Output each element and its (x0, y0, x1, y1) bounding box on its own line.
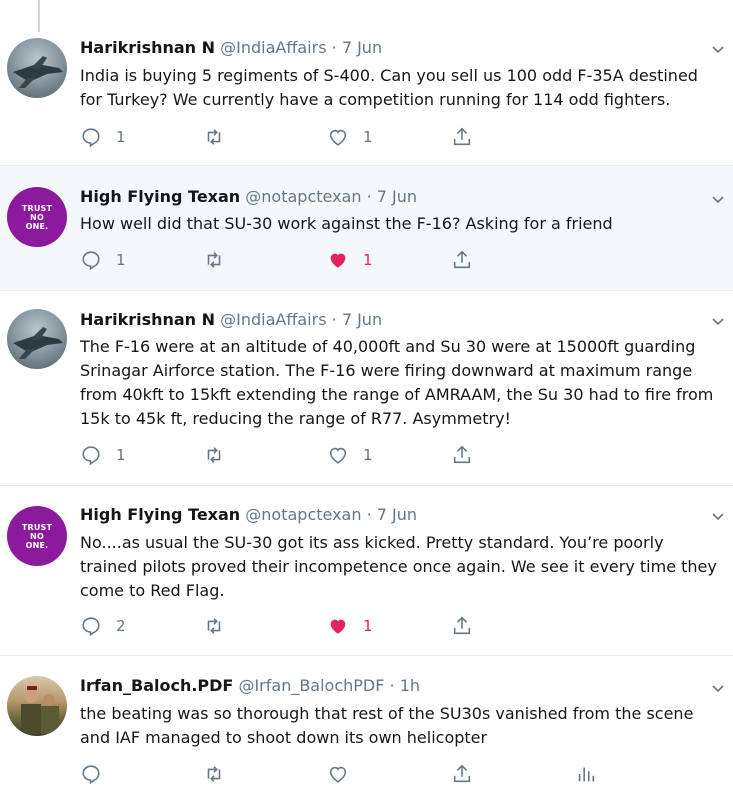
like-button[interactable]: 1 (327, 614, 373, 638)
avatar[interactable] (7, 38, 67, 98)
author-handle[interactable]: @IndiaAffairs (220, 310, 326, 329)
chevron-down-icon[interactable] (711, 508, 725, 522)
reply-button[interactable]: 1 (80, 443, 126, 467)
author-name[interactable]: High Flying Texan (80, 187, 240, 206)
separator: · (366, 505, 372, 524)
retweet-icon (203, 249, 225, 271)
tweet-actions: 1 1 (80, 443, 720, 467)
reply-button[interactable]: 1 (80, 248, 126, 272)
author-handle[interactable]: @notapctexan (245, 187, 361, 206)
like-count: 1 (363, 251, 373, 269)
share-icon (451, 444, 473, 466)
chevron-down-icon[interactable] (711, 41, 725, 55)
retweet-button[interactable] (203, 614, 225, 638)
reply-count: 1 (116, 446, 126, 464)
tweet-actions: 2 1 (80, 614, 720, 638)
like-button[interactable]: 1 (327, 125, 373, 149)
retweet-button[interactable] (203, 248, 225, 272)
share-icon (451, 249, 473, 271)
author-name[interactable]: Harikrishnan N (80, 38, 215, 57)
share-button[interactable] (451, 762, 473, 786)
analytics-button[interactable] (575, 762, 597, 786)
retweet-icon (203, 126, 225, 148)
fighter-jet-image (13, 327, 63, 359)
heart-filled-icon (327, 249, 349, 271)
reply-icon (80, 444, 102, 466)
author-name[interactable]: Harikrishnan N (80, 310, 215, 329)
heart-outline-icon (327, 444, 349, 466)
separator: · (331, 38, 337, 57)
tweet-actions: 1 1 (80, 125, 720, 149)
retweet-icon (203, 763, 225, 785)
reply-button[interactable] (80, 762, 102, 786)
tweet[interactable]: Irfan_Baloch.PDF @Irfan_BalochPDF · 1h t… (0, 656, 733, 794)
tweet-actions: 1 1 (80, 248, 720, 272)
share-button[interactable] (451, 614, 473, 638)
retweet-button[interactable] (203, 125, 225, 149)
chevron-down-icon[interactable] (711, 191, 725, 205)
tweet-text: The F-16 were at an altitude of 40,000ft… (80, 337, 714, 428)
separator: · (331, 310, 337, 329)
like-count: 1 (363, 128, 373, 146)
tweet-timestamp[interactable]: 7 Jun (377, 187, 417, 206)
chevron-down-icon[interactable] (711, 680, 725, 694)
reply-count: 1 (116, 251, 126, 269)
profile-photo (21, 686, 59, 734)
share-button[interactable] (451, 125, 473, 149)
reply-button[interactable]: 1 (80, 125, 126, 149)
like-button[interactable]: 1 (327, 248, 373, 272)
reply-icon (80, 615, 102, 637)
retweet-icon (203, 615, 225, 637)
tweet-timestamp[interactable]: 7 Jun (342, 38, 382, 57)
retweet-button[interactable] (203, 443, 225, 467)
author-handle[interactable]: @notapctexan (245, 505, 361, 524)
tweet-timestamp[interactable]: 7 Jun (377, 505, 417, 524)
fighter-jet-image (13, 56, 63, 88)
tweet-text: How well did that SU-30 work against the… (80, 214, 613, 233)
chevron-down-icon[interactable] (711, 313, 725, 327)
reply-count: 2 (116, 617, 126, 635)
tweet[interactable]: Harikrishnan N @IndiaAffairs · 7 Jun The… (0, 291, 733, 486)
tweet-text: India is buying 5 regiments of S-400. Ca… (80, 66, 698, 109)
share-button[interactable] (451, 443, 473, 467)
like-count: 1 (363, 446, 373, 464)
analytics-icon (575, 763, 597, 785)
author-handle[interactable]: @Irfan_BalochPDF (238, 676, 384, 695)
tweet-timestamp[interactable]: 1h (400, 676, 420, 695)
tweet[interactable]: Harikrishnan N @IndiaAffairs · 7 Jun Ind… (0, 0, 733, 166)
separator: · (366, 187, 372, 206)
author-name[interactable]: High Flying Texan (80, 505, 240, 524)
share-icon (451, 763, 473, 785)
share-icon (451, 615, 473, 637)
reply-count: 1 (116, 128, 126, 146)
avatar[interactable] (7, 676, 67, 736)
author-handle[interactable]: @IndiaAffairs (220, 38, 326, 57)
tweet[interactable]: TRUST NO ONE. High Flying Texan @notapct… (0, 486, 733, 656)
tweet-text: the beating was so thorough that rest of… (80, 704, 694, 747)
share-icon (451, 126, 473, 148)
avatar[interactable]: TRUST NO ONE. (7, 187, 67, 247)
author-name[interactable]: Irfan_Baloch.PDF (80, 676, 233, 695)
tweet-actions (80, 762, 720, 786)
heart-outline-icon (327, 126, 349, 148)
tweet-text: No....as usual the SU-30 got its ass kic… (80, 533, 717, 600)
reply-button[interactable]: 2 (80, 614, 126, 638)
reply-icon (80, 763, 102, 785)
tweet[interactable]: TRUST NO ONE. High Flying Texan @notapct… (0, 166, 733, 291)
separator: · (389, 676, 395, 695)
like-button[interactable]: 1 (327, 443, 373, 467)
reply-icon (80, 126, 102, 148)
avatar[interactable] (7, 309, 67, 369)
heart-outline-icon (327, 763, 349, 785)
reply-icon (80, 249, 102, 271)
share-button[interactable] (451, 248, 473, 272)
like-button[interactable] (327, 762, 349, 786)
heart-filled-icon (327, 615, 349, 637)
tweet-timestamp[interactable]: 7 Jun (342, 310, 382, 329)
retweet-button[interactable] (203, 762, 225, 786)
retweet-icon (203, 444, 225, 466)
like-count: 1 (363, 617, 373, 635)
avatar[interactable]: TRUST NO ONE. (7, 506, 67, 566)
